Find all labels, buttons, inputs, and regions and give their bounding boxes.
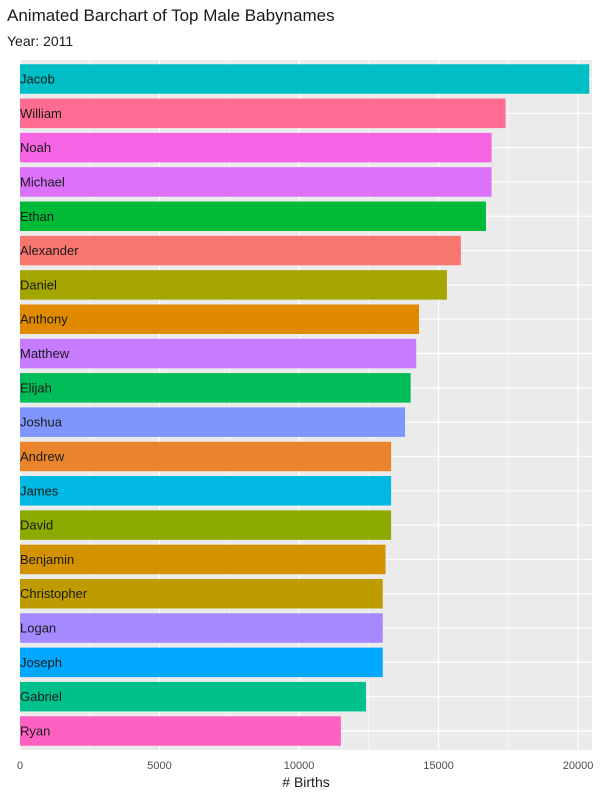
bar-ryan (20, 716, 341, 746)
bar-james (20, 476, 392, 506)
bar-label-james: James (20, 483, 59, 498)
bar-joseph (20, 647, 383, 678)
bar-alexander (20, 235, 461, 266)
bar-jacob (20, 64, 590, 94)
bar-michael (20, 167, 492, 197)
bar-benjamin (20, 544, 386, 575)
bar-david (20, 510, 392, 540)
bar-label-andrew: Andrew (20, 449, 65, 464)
bar-label-joseph: Joseph (20, 655, 62, 670)
bar-gabriel (20, 681, 366, 712)
bar-label-logan: Logan (20, 621, 56, 636)
bar-label-daniel: Daniel (20, 277, 57, 292)
bar-label-christopher: Christopher (20, 586, 88, 601)
bar-logan (20, 613, 383, 643)
bar-label-alexander: Alexander (20, 243, 79, 258)
bar-label-anthony: Anthony (20, 312, 68, 327)
bar-andrew (20, 441, 392, 472)
bar-label-jacob: Jacob (20, 72, 55, 87)
bar-joshua (20, 407, 406, 437)
x-tick-label: 10000 (284, 760, 315, 772)
x-tick-label: 5000 (147, 760, 171, 772)
bar-label-elijah: Elijah (20, 380, 52, 395)
bar-anthony (20, 304, 420, 334)
bar-label-gabriel: Gabriel (20, 689, 62, 704)
bar-label-michael: Michael (20, 174, 65, 189)
plot-panel (20, 60, 592, 750)
bar-label-benjamin: Benjamin (20, 552, 74, 567)
bar-ethan (20, 201, 486, 232)
bar-william (20, 98, 506, 129)
x-tick-label: 0 (17, 760, 23, 772)
bar-matthew (20, 338, 417, 369)
bar-label-ryan: Ryan (20, 724, 50, 739)
bar-noah (20, 132, 492, 163)
bar-label-david: David (20, 518, 53, 533)
x-tick-label: 15000 (423, 760, 454, 772)
x-axis-title: # Births (282, 774, 329, 790)
x-tick-label: 20000 (563, 760, 594, 772)
x-axis-ticks: 0 5000 10000 15000 20000 (17, 760, 593, 772)
bar-elijah (20, 373, 411, 403)
bar-daniel (20, 270, 447, 300)
bar-label-joshua: Joshua (20, 415, 63, 430)
bar-label-noah: Noah (20, 140, 51, 155)
bar-label-matthew: Matthew (20, 346, 70, 361)
bar-chart: Jacob William Noah Michael Ethan Alexander Dan… (17, 60, 593, 790)
bar-label-william: William (20, 106, 62, 121)
bar-label-ethan: Ethan (20, 209, 54, 224)
